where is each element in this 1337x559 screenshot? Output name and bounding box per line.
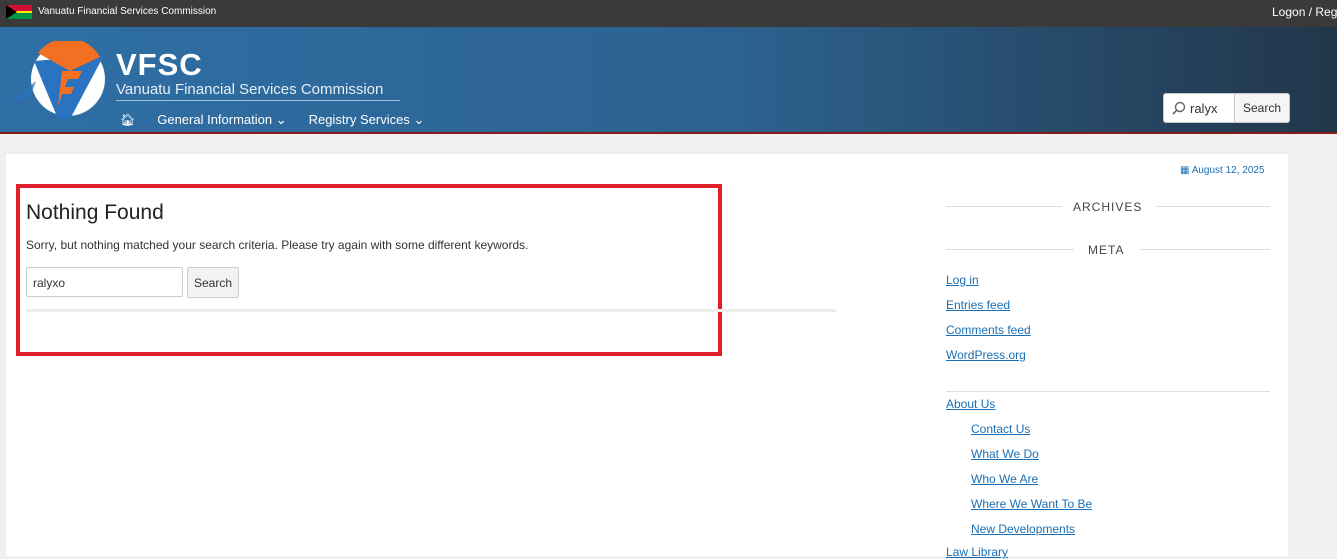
post-date: ▦ August 12, 2025 bbox=[1180, 165, 1265, 176]
header-search-input[interactable]: ralyx bbox=[1190, 101, 1234, 116]
site-short-name: VFSC bbox=[116, 47, 203, 82]
search-button[interactable]: Search bbox=[187, 267, 239, 298]
meta-link-comments-feed[interactable]: Comments feed bbox=[946, 323, 1031, 337]
meta-link-entries-feed[interactable]: Entries feed bbox=[946, 298, 1010, 312]
post-date-text: August 12, 2025 bbox=[1191, 165, 1265, 176]
nav-registry-services[interactable]: Registry Services ⌄ bbox=[309, 112, 425, 128]
divider bbox=[26, 309, 836, 312]
vanuatu-flag-icon bbox=[6, 5, 32, 19]
page-title: Nothing Found bbox=[26, 201, 164, 224]
menu-link-about-us[interactable]: About Us bbox=[946, 397, 995, 411]
menu-link-contact-us[interactable]: Contact Us bbox=[971, 422, 1030, 436]
logon-register-link[interactable]: Logon / Regi bbox=[1272, 5, 1337, 19]
site-header: VFSC Vanuatu Financial Services Commissi… bbox=[0, 27, 1337, 134]
nav-item-label: General Information bbox=[157, 112, 273, 127]
nav-item-label: Registry Services bbox=[308, 112, 410, 127]
meta-link-log-in[interactable]: Log in bbox=[946, 273, 979, 287]
meta-link-wordpress-org[interactable]: WordPress.org bbox=[946, 348, 1026, 362]
search-icon bbox=[1172, 101, 1186, 115]
nav-general-information[interactable]: General Information ⌄ bbox=[157, 112, 286, 128]
header-search: ralyx Search bbox=[1163, 93, 1290, 123]
search-input[interactable]: ralyxo bbox=[26, 267, 183, 297]
header-search-button[interactable]: Search bbox=[1233, 94, 1289, 122]
meta-widget-title: META bbox=[1088, 243, 1125, 257]
menu-link-law-library[interactable]: Law Library bbox=[946, 545, 1008, 559]
menu-link-where-we-want-to-be[interactable]: Where We Want To Be bbox=[971, 497, 1092, 511]
divider bbox=[946, 206, 1062, 207]
menu-link-new-developments[interactable]: New Developments bbox=[971, 522, 1075, 536]
divider bbox=[946, 391, 1270, 392]
site-full-name: Vanuatu Financial Services Commission bbox=[116, 81, 400, 101]
vfsc-logo-icon[interactable] bbox=[8, 41, 108, 121]
main-nav: 🏠︎ General Information ⌄ Registry Servic… bbox=[120, 112, 424, 128]
chevron-down-icon: ⌄ bbox=[275, 112, 287, 127]
divider bbox=[1156, 206, 1270, 207]
divider bbox=[1140, 249, 1270, 250]
no-results-message: Sorry, but nothing matched your search c… bbox=[26, 238, 529, 252]
top-bar: Vanuatu Financial Services Commission Lo… bbox=[0, 0, 1337, 27]
menu-link-what-we-do[interactable]: What We Do bbox=[971, 447, 1039, 461]
archives-widget-title: ARCHIVES bbox=[1073, 200, 1143, 214]
calendar-icon: ▦ bbox=[1180, 165, 1190, 176]
home-icon[interactable]: 🏠︎ bbox=[120, 113, 135, 127]
chevron-down-icon: ⌄ bbox=[413, 112, 425, 127]
divider bbox=[946, 249, 1074, 250]
site-name[interactable]: Vanuatu Financial Services Commission bbox=[38, 6, 216, 17]
menu-link-who-we-are[interactable]: Who We Are bbox=[971, 472, 1038, 486]
